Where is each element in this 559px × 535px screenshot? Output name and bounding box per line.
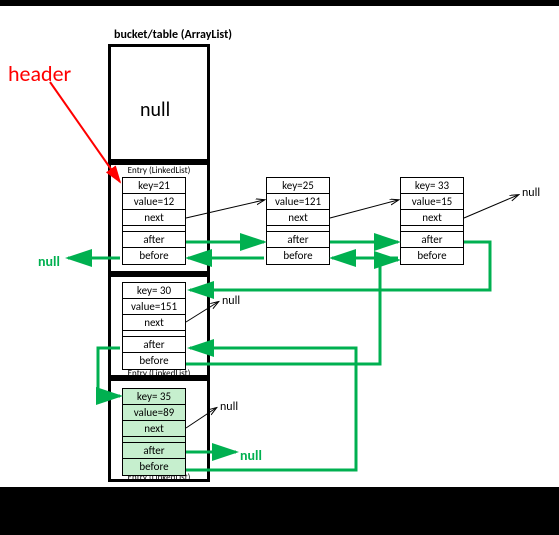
- entry-33: key= 33 value=15 next after before: [400, 177, 464, 265]
- entry-30-after: after: [123, 337, 185, 353]
- entry-35-after: after: [123, 443, 185, 459]
- entry-21-next: next: [123, 210, 185, 226]
- entry-25-next: next: [267, 210, 329, 226]
- header-label: header: [8, 60, 71, 87]
- entry-25-key: key=25: [267, 178, 329, 194]
- entry-30: key= 30 value=151 next after before: [122, 282, 186, 370]
- entry-25-before: before: [267, 248, 329, 264]
- diagram-title: bucket/table (ArrayList): [108, 28, 238, 42]
- arrow-next-25-33: [330, 200, 398, 218]
- entry-33-key: key= 33: [401, 178, 463, 194]
- null-before-21: null: [38, 253, 60, 270]
- entry-30-next: next: [123, 315, 185, 331]
- entry-33-value: value=15: [401, 194, 463, 210]
- null-next-35: null: [220, 400, 238, 414]
- entry-25-after: after: [267, 232, 329, 248]
- entry-25-value: value=121: [267, 194, 329, 210]
- arrow-before-30-33: [186, 260, 398, 364]
- entry-21: key=21 value=12 next after before: [122, 177, 186, 265]
- entry-21-before: before: [123, 248, 185, 264]
- arrow-before-35-30: [186, 348, 356, 470]
- entry-30-key: key= 30: [123, 283, 185, 299]
- bucket-0-null: null: [140, 98, 170, 122]
- bucket-1-label: Entry (LinkedList): [112, 165, 206, 176]
- entry-21-value: value=12: [123, 194, 185, 210]
- entry-33-next: next: [401, 210, 463, 226]
- entry-21-after: after: [123, 232, 185, 248]
- null-next-30: null: [222, 294, 240, 308]
- entry-35-before: before: [123, 459, 185, 475]
- entry-25: key=25 value=121 next after before: [266, 177, 330, 265]
- entry-35-next: next: [123, 421, 185, 437]
- null-after-35: null: [240, 447, 262, 464]
- bottom-black-bar: [0, 487, 559, 535]
- arrow-next-33-null: [464, 195, 518, 218]
- null-next-33: null: [522, 186, 540, 200]
- entry-35-key: key= 35: [123, 389, 185, 405]
- entry-35: key= 35 value=89 next after before: [122, 388, 186, 476]
- top-black-bar: [0, 0, 559, 6]
- entry-30-before: before: [123, 353, 185, 369]
- entry-35-value: value=89: [123, 405, 185, 421]
- entry-30-value: value=151: [123, 299, 185, 315]
- arrows-layer: [0, 0, 559, 535]
- entry-33-after: after: [401, 232, 463, 248]
- entry-21-key: key=21: [123, 178, 185, 194]
- entry-33-before: before: [401, 248, 463, 264]
